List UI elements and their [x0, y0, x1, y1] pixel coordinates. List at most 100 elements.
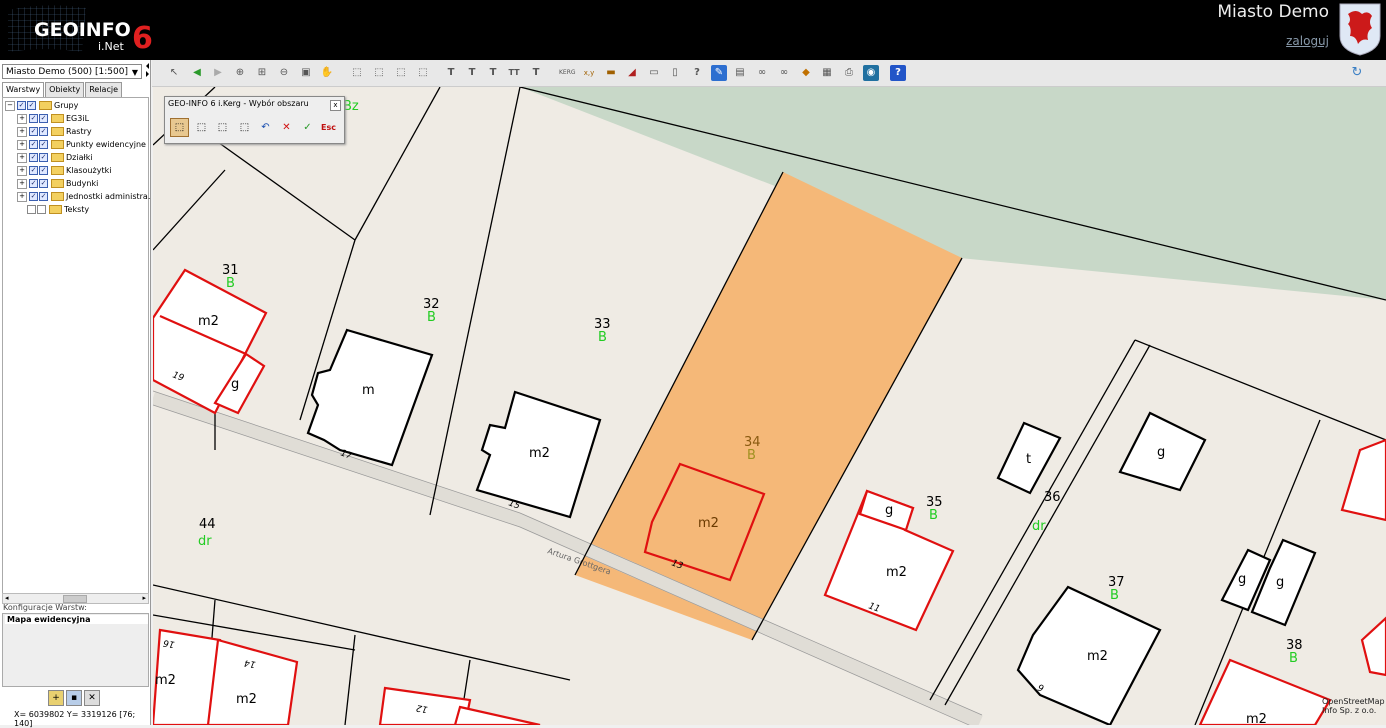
kerg-icon[interactable]: KERG: [559, 65, 576, 81]
expand-icon[interactable]: +: [17, 165, 27, 176]
delete-config-button[interactable]: ✕: [84, 690, 100, 706]
scroll-right-icon[interactable]: ▸: [142, 595, 146, 602]
find-binoculars-icon[interactable]: ∞: [776, 65, 792, 81]
forward-icon[interactable]: ▶: [210, 65, 226, 81]
select-rectangle-button[interactable]: ⬚: [192, 118, 211, 137]
checkbox-icon[interactable]: ✓: [39, 166, 48, 175]
select-remove-icon[interactable]: ⬚: [393, 65, 409, 81]
house-number: 16: [162, 637, 175, 649]
map-view[interactable]: Artura Grottgera Bz 31 B 32 B 33 B 34 B …: [153, 87, 1386, 725]
select-arrow-icon[interactable]: ↖: [166, 65, 182, 81]
login-link[interactable]: zaloguj: [1286, 34, 1329, 48]
tree-item-label: Jednostki administra.: [66, 192, 151, 201]
checkbox-icon[interactable]: ✓: [37, 205, 46, 214]
tree-item-rastry[interactable]: + ✓ ✓ Rastry: [17, 126, 92, 138]
select-add-icon[interactable]: ⬚: [371, 65, 387, 81]
tab-warstwy[interactable]: Warstwy: [2, 82, 45, 98]
tree-item-punkty[interactable]: + ✓ ✓ Punkty ewidencyjne: [17, 139, 146, 151]
print-preview-icon[interactable]: ▦: [819, 65, 835, 81]
folder-icon: [39, 101, 52, 110]
checkbox-icon[interactable]: ✓: [29, 153, 38, 162]
select-add-button[interactable]: ⬚: [213, 118, 232, 137]
checkbox-icon[interactable]: ✓: [39, 127, 48, 136]
zoom-in-icon[interactable]: ⊕: [232, 65, 248, 81]
collapse-icon[interactable]: −: [5, 100, 15, 111]
checkbox-icon[interactable]: ✓: [29, 179, 38, 188]
scroll-thumb[interactable]: [63, 595, 87, 603]
map-canvas[interactable]: Artura Grottgera Bz 31 B 32 B 33 B 34 B …: [153, 87, 1386, 725]
text-tool-icon[interactable]: T: [443, 65, 459, 81]
tab-relacje[interactable]: Relacje: [85, 82, 122, 98]
checkbox-icon[interactable]: ✓: [39, 153, 48, 162]
book-icon[interactable]: ▤: [732, 65, 748, 81]
zoom-out-icon[interactable]: ⊖: [276, 65, 292, 81]
tree-item-label: Działki: [66, 153, 93, 162]
checkbox-icon[interactable]: ✓: [17, 101, 26, 110]
tree-item-teksty[interactable]: ✓✓ Teksty: [27, 204, 89, 216]
text-tool-4-icon[interactable]: TT: [506, 65, 522, 81]
tree-item-klasouzytki[interactable]: + ✓ ✓ Klasoużytki: [17, 165, 111, 177]
text-tool-3-icon[interactable]: T: [485, 65, 501, 81]
confirm-icon[interactable]: ✓: [298, 118, 317, 137]
page-icon[interactable]: ▯: [667, 65, 683, 81]
collapse-panel-icon[interactable]: [145, 62, 150, 78]
checkbox-icon[interactable]: ✓: [27, 101, 36, 110]
select-polygon-button[interactable]: ⬚: [170, 118, 189, 137]
print-icon[interactable]: ⎙: [841, 65, 857, 81]
area-measure-icon[interactable]: ◢: [624, 65, 640, 81]
close-icon[interactable]: x: [330, 100, 341, 111]
expand-icon[interactable]: +: [17, 191, 27, 202]
checkbox-icon[interactable]: ✓: [39, 179, 48, 188]
checkbox-icon[interactable]: ✓: [39, 140, 48, 149]
zoom-extent-icon[interactable]: ▣: [298, 65, 314, 81]
checkbox-icon[interactable]: ✓: [39, 192, 48, 201]
clear-selection-icon[interactable]: ✕: [277, 118, 296, 137]
esc-button[interactable]: Esc: [319, 118, 338, 137]
pan-hand-icon[interactable]: ✋: [319, 65, 335, 81]
select-object-icon[interactable]: ⬚: [349, 65, 365, 81]
map-scale-value: Miasto Demo (500) [1:500]: [6, 67, 128, 77]
refresh-icon[interactable]: ↻: [1349, 65, 1365, 81]
save-config-button[interactable]: ▪: [66, 690, 82, 706]
add-config-button[interactable]: +: [48, 690, 64, 706]
checkbox-icon[interactable]: ✓: [29, 127, 38, 136]
text-tool-5-icon[interactable]: T: [528, 65, 544, 81]
expand-icon[interactable]: +: [17, 113, 27, 124]
tree-item-budynki[interactable]: + ✓ ✓ Budynki: [17, 178, 98, 190]
expand-icon[interactable]: +: [17, 126, 27, 137]
measure-icon[interactable]: ▬: [603, 65, 619, 81]
parcel-class: dr: [1032, 519, 1046, 534]
select-remove-button[interactable]: ⬚: [235, 118, 254, 137]
config-item[interactable]: Mapa ewidencyjna: [5, 615, 148, 624]
scroll-left-icon[interactable]: ◂: [5, 595, 9, 602]
help-icon[interactable]: ?: [890, 65, 906, 81]
undo-icon[interactable]: ↶: [256, 118, 275, 137]
expand-icon[interactable]: +: [17, 178, 27, 189]
tree-item-dzialki[interactable]: + ✓ ✓ Działki: [17, 152, 93, 164]
checkbox-icon[interactable]: ✓: [29, 166, 38, 175]
checkbox-icon[interactable]: ✓: [29, 114, 38, 123]
edit-pen-icon[interactable]: ✎: [711, 65, 727, 81]
expand-icon[interactable]: +: [17, 152, 27, 163]
tab-obiekty[interactable]: Obiekty: [45, 82, 85, 98]
tree-item-eg3il[interactable]: + ✓ ✓ EG3iL: [17, 113, 89, 125]
xy-coordinates-icon[interactable]: x,y: [581, 65, 597, 81]
select-clear-icon[interactable]: ⬚: [415, 65, 431, 81]
checkbox-icon[interactable]: ✓: [29, 140, 38, 149]
map-scale-select[interactable]: Miasto Demo (500) [1:500] ▼: [2, 64, 142, 79]
tree-item-jednostki[interactable]: + ✓ ✓ Jednostki administra.: [17, 191, 150, 203]
help-cursor-icon[interactable]: ?: [689, 65, 705, 81]
back-icon[interactable]: ◀: [189, 65, 205, 81]
checkbox-icon[interactable]: ✓: [27, 205, 36, 214]
document-icon[interactable]: ▭: [646, 65, 662, 81]
text-tool-2-icon[interactable]: T: [464, 65, 480, 81]
expand-icon[interactable]: +: [17, 139, 27, 150]
checkbox-icon[interactable]: ✓: [39, 114, 48, 123]
checkbox-icon[interactable]: ✓: [29, 192, 38, 201]
coordinates-readout: X= 6039802 Y= 3319126 [76; 140]: [14, 710, 136, 728]
zoom-area-icon[interactable]: ⊞: [254, 65, 270, 81]
layers-icon[interactable]: ◆: [798, 65, 814, 81]
search-binoculars-icon[interactable]: ∞: [754, 65, 770, 81]
tree-item-grupy[interactable]: − ✓ ✓ Grupy: [5, 100, 78, 112]
info-window-icon[interactable]: ◉: [863, 65, 879, 81]
